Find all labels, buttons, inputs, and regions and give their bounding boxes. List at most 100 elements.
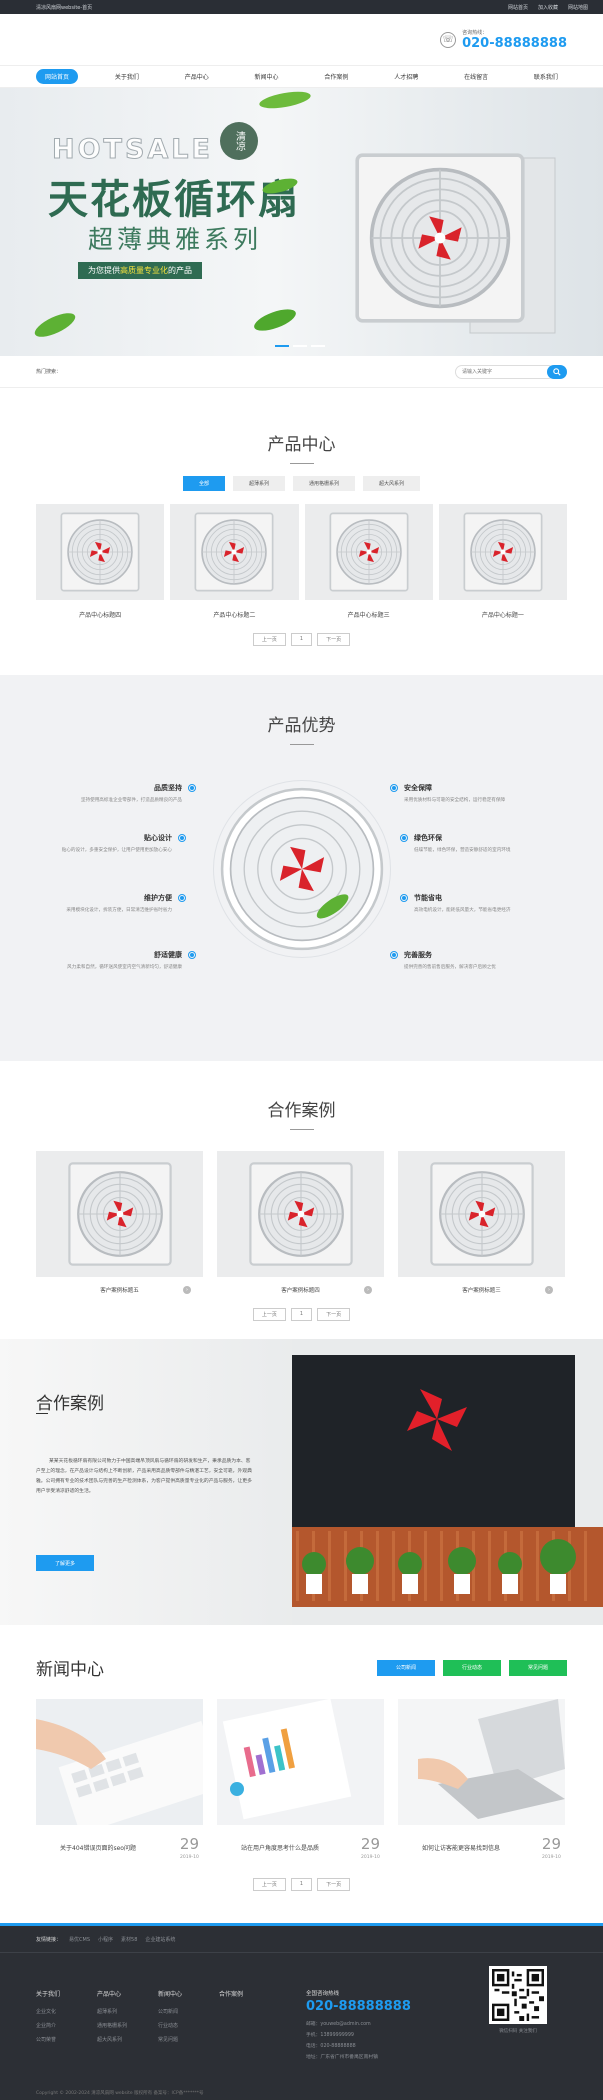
case-card[interactable]: 客户案例标题五 › (36, 1151, 203, 1294)
learn-more-button[interactable]: 了解更多 (36, 1555, 94, 1571)
news-image[interactable] (398, 1699, 565, 1825)
pagination: 上一页 1 下一页 (0, 1308, 603, 1321)
case-card[interactable]: 客户案例标题三 › (398, 1151, 565, 1294)
search-bar: 热门搜索： (0, 356, 603, 388)
advantage-item: 安全保障 采用优质材料与可靠的安全结构，运行稳定有保障 (390, 783, 560, 804)
hero-badge: 清凉 (220, 122, 258, 160)
nav-products[interactable]: 产品中心 (176, 69, 218, 84)
product-card[interactable]: 产品中心标题二 (170, 504, 299, 619)
divider (289, 744, 314, 745)
header: ☏ 咨询热线： 020-88888888 (0, 14, 603, 66)
top-link-favorite[interactable]: 加入收藏 (535, 4, 561, 11)
news-section: 新闻中心 公司新闻 行业动态 常见问题 关于404错误页面的seo问题 29 201… (0, 1625, 603, 1930)
page-number[interactable]: 1 (290, 633, 313, 646)
cases-title: 合作案例 (267, 1101, 336, 1121)
top-links: 网站首页 加入收藏 网站地图 (505, 4, 591, 11)
site-logo[interactable] (36, 29, 106, 51)
news-date: 29 2019-10 (360, 1835, 380, 1860)
news-title: 新闻中心 (36, 1660, 104, 1680)
top-link-home[interactable]: 网站首页 (505, 4, 531, 11)
qr-code-icon (492, 1969, 544, 2021)
office-photo (292, 1339, 603, 1625)
friend-link[interactable]: 企业建站系统 (145, 1936, 175, 1943)
news-item-title[interactable]: 如何让访客能更容易找到信息 (422, 1843, 500, 1852)
product-image[interactable] (438, 504, 567, 600)
hero-tagline: 为您提供高质量专业化的产品 (78, 262, 202, 279)
tab-industry-news[interactable]: 行业动态 (443, 1659, 501, 1676)
case-title[interactable]: 客户案例标题三 (462, 1286, 501, 1294)
product-image[interactable] (36, 504, 165, 600)
friend-link[interactable]: 小程序 (98, 1936, 113, 1943)
tab-faq[interactable]: 常见问题 (509, 1659, 567, 1676)
product-image[interactable] (304, 504, 433, 600)
nav-contact[interactable]: 联系我们 (525, 69, 567, 84)
nav-about[interactable]: 关于我们 (106, 69, 148, 84)
news-card[interactable]: 如何让访客能更容易找到信息 29 2019-10 (398, 1699, 565, 1860)
leaf-icon (254, 309, 296, 331)
friend-link[interactable]: 素材58 (121, 1936, 137, 1943)
case-image[interactable] (217, 1151, 384, 1277)
product-card[interactable]: 产品中心标题一 (438, 504, 567, 619)
leaf-icon (262, 178, 298, 194)
tab-all[interactable]: 全部 (182, 476, 225, 491)
case-title[interactable]: 客户案例标题五 (100, 1286, 139, 1294)
main-nav: 网站首页 关于我们 产品中心 新闻中心 合作案例 人才招聘 在线留言 联系我们 (0, 66, 603, 88)
advantage-item: 品质坚持 坚持使用高标准企业零部件，打造品质精良的产品 (26, 783, 196, 804)
nav-message[interactable]: 在线留言 (455, 69, 497, 84)
phone-icon: ☏ (440, 31, 457, 48)
product-title[interactable]: 产品中心标题二 (170, 600, 298, 619)
news-date: 29 2019-10 (541, 1835, 561, 1860)
case-image[interactable] (36, 1151, 203, 1277)
next-page-button[interactable]: 下一页 (317, 633, 351, 646)
product-list: 产品中心标题四 产品中心标题二 产品中心标题三 产品中心标题一 (0, 504, 603, 619)
page-number[interactable]: 1 (290, 1878, 313, 1891)
news-card[interactable]: 站在用户角度思考什么是品质 29 2019-10 (217, 1698, 384, 1860)
nav-jobs[interactable]: 人才招聘 (385, 69, 427, 84)
case-title[interactable]: 客户案例标题四 (281, 1286, 320, 1294)
product-title[interactable]: 产品中心标题三 (305, 600, 433, 619)
news-item-title[interactable]: 关于404错误页面的seo问题 (60, 1843, 136, 1852)
nav-home[interactable]: 网站首页 (36, 69, 79, 84)
next-page-button[interactable]: 下一页 (317, 1878, 351, 1891)
bullet-icon (178, 834, 186, 842)
carousel-dots[interactable] (275, 345, 325, 347)
search-button[interactable] (547, 364, 567, 379)
search-input[interactable] (455, 364, 555, 379)
qr-caption: 微信扫码 关注我们 (499, 2029, 537, 2034)
page-number[interactable]: 1 (290, 1308, 313, 1321)
product-card[interactable]: 产品中心标题四 (36, 504, 165, 619)
product-title[interactable]: 产品中心标题四 (36, 600, 164, 619)
tab-large[interactable]: 超大风系列 (363, 476, 421, 491)
arrow-right-icon[interactable]: › (364, 1286, 372, 1294)
next-page-button[interactable]: 下一页 (317, 1308, 351, 1321)
tab-grille[interactable]: 通用格栅系列 (293, 476, 356, 491)
leaf-icon (34, 313, 76, 337)
news-item-title[interactable]: 站在用户角度思考什么是品质 (241, 1843, 319, 1852)
prev-page-button[interactable]: 上一页 (252, 1878, 286, 1891)
news-image[interactable] (36, 1699, 223, 1834)
divider (289, 1129, 314, 1130)
arrow-right-icon[interactable]: › (545, 1286, 553, 1294)
arrow-right-icon[interactable]: › (183, 1286, 191, 1294)
prev-page-button[interactable]: 上一页 (252, 633, 286, 646)
nav-cases[interactable]: 合作案例 (315, 69, 357, 84)
product-title[interactable]: 产品中心标题一 (439, 600, 567, 619)
prev-page-button[interactable]: 上一页 (252, 1308, 286, 1321)
tab-company-news[interactable]: 公司新闻 (377, 1659, 435, 1676)
friend-link[interactable]: 易优CMS (69, 1936, 90, 1943)
news-date: 29 2019-10 (179, 1835, 199, 1860)
cases-section: 合作案例 客户案例标题五 › 客户案例标题四 › 客户案例标题三 › 上一页 1 下一… (0, 1061, 603, 1339)
advantage-item: 绿色环保 低噪节能，绿色环保，营造安静舒适的室内环境 (400, 833, 570, 854)
case-image[interactable] (398, 1151, 565, 1277)
product-image[interactable] (170, 504, 299, 600)
advantage-title: 产品优势 (267, 716, 336, 736)
nav-news[interactable]: 新闻中心 (246, 69, 288, 84)
news-list: 关于404错误页面的seo问题 29 2019-10 站在用户角度思考什么是品质 29… (36, 1698, 567, 1860)
tab-slim[interactable]: 超薄系列 (232, 476, 285, 491)
hero-banner[interactable]: HOTSALE 清凉 天花板循环扇 超薄典雅系列 为您提供高质量专业化的产品 (0, 88, 603, 356)
news-image[interactable] (217, 1698, 384, 1825)
product-card[interactable]: 产品中心标题三 (304, 504, 433, 619)
case-card[interactable]: 客户案例标题四 › (217, 1151, 384, 1294)
news-card[interactable]: 关于404错误页面的seo问题 29 2019-10 (36, 1699, 223, 1860)
top-link-sitemap[interactable]: 网站地图 (565, 4, 591, 11)
